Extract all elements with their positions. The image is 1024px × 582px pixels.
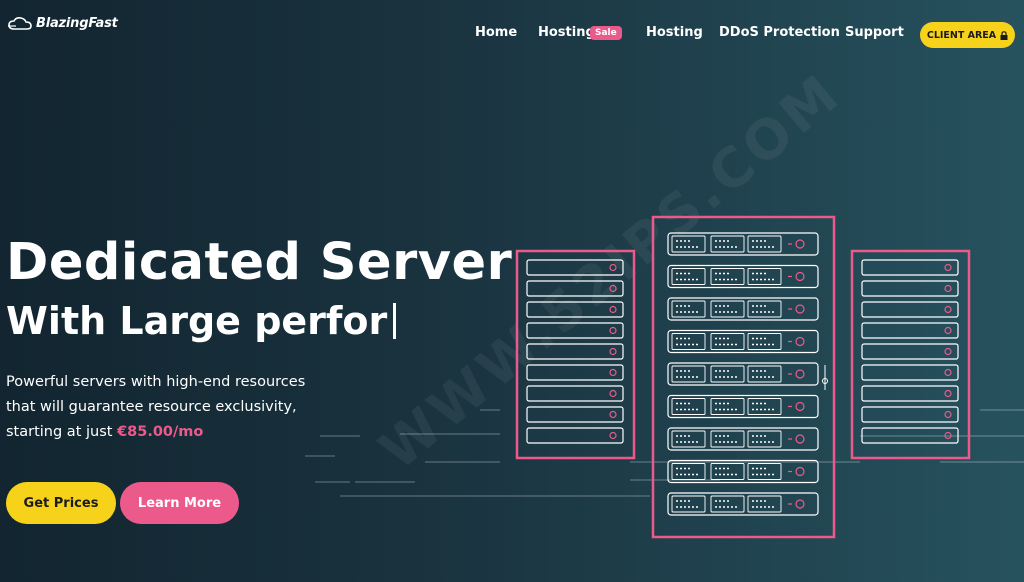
hero-subtitle: With Large perfor (6, 299, 397, 343)
rack-power-button (795, 271, 805, 282)
rack-power-button (795, 304, 805, 314)
hero-title: Dedicated Server (6, 233, 513, 292)
drive-bay (747, 333, 782, 350)
rack-led (609, 431, 617, 440)
drive-bay (671, 333, 706, 350)
rack-led (944, 263, 952, 272)
nav-hosting-sale[interactable]: Hosting (538, 25, 595, 40)
nav-support[interactable]: Support (845, 25, 904, 40)
drive-bay (710, 333, 745, 350)
drive-bay (710, 268, 745, 285)
rack-led (609, 326, 617, 335)
rack-power-button (795, 466, 805, 477)
drive-bay (747, 235, 782, 253)
drive-bay (747, 463, 782, 480)
rack-unit (526, 322, 624, 339)
rack-unit (526, 343, 624, 360)
rack-unit (861, 343, 959, 360)
rack-unit (526, 427, 624, 444)
drive-bay (710, 398, 745, 415)
rack-unit (861, 385, 959, 402)
rack-power-button (795, 434, 805, 444)
rack-unit (861, 259, 959, 276)
drive-bay (747, 365, 782, 383)
rack-led (944, 368, 952, 377)
get-prices-button[interactable]: Get Prices (6, 482, 116, 524)
client-area-button[interactable]: CLIENT AREA (920, 22, 1015, 48)
drive-bay (671, 235, 706, 253)
rack-led (944, 305, 952, 314)
rack-led (609, 263, 617, 272)
rack-unit (526, 259, 624, 276)
rack-unit (861, 301, 959, 318)
drive-bay (710, 365, 745, 383)
rack-led (944, 410, 952, 419)
rack-unit (526, 280, 624, 297)
drive-bay (671, 463, 706, 480)
rack-led (944, 326, 952, 335)
drive-bay (710, 430, 745, 448)
learn-more-button[interactable]: Learn More (120, 482, 239, 524)
rack-unit (861, 364, 959, 381)
drive-bay (671, 300, 706, 318)
rack-unit (861, 322, 959, 339)
rack-power-button (795, 239, 805, 249)
desc-line-1: Powerful servers with high-end resources (6, 374, 306, 390)
rack-power-button (795, 336, 805, 347)
rack-led (609, 368, 617, 377)
rack-led (944, 347, 952, 356)
rack-led (944, 389, 952, 398)
main-nav: Home Hosting Sale Hosting DDoS Protectio… (0, 22, 1024, 46)
rack-led (609, 347, 617, 356)
drive-bay (747, 495, 782, 513)
nav-hosting[interactable]: Hosting (646, 25, 703, 40)
drive-bay (710, 495, 745, 513)
rack-unit (526, 385, 624, 402)
rack-unit (861, 406, 959, 423)
hero-subtitle-text: With Large perfor (6, 299, 388, 343)
price: €85.00/mo (117, 424, 204, 440)
desc-line-2: that will guarantee resource exclusivity… (6, 399, 297, 415)
drive-bay (671, 495, 706, 513)
rack-unit (526, 364, 624, 381)
lock-icon (1000, 30, 1008, 40)
rack-led (944, 284, 952, 293)
sale-badge: Sale (590, 26, 622, 40)
drive-bay (671, 430, 706, 448)
nav-home[interactable]: Home (475, 25, 517, 40)
drive-bay (671, 398, 706, 415)
rack-unit (861, 280, 959, 297)
drive-bay (710, 300, 745, 318)
rack-led (609, 389, 617, 398)
typing-cursor (393, 303, 397, 339)
rack-power-button (795, 499, 805, 509)
rack-power-button (795, 369, 805, 379)
rack-unit (526, 301, 624, 318)
drive-bay (710, 235, 745, 253)
rack-led (609, 410, 617, 419)
desc-line-3: starting at just (6, 424, 118, 440)
drive-bay (747, 398, 782, 415)
drive-bay (747, 430, 782, 448)
drive-bay (747, 268, 782, 285)
rack-led (609, 305, 617, 314)
nav-ddos-protection[interactable]: DDoS Protection (719, 25, 840, 40)
drive-bay (710, 463, 745, 480)
rack-led (609, 284, 617, 293)
rack-unit (526, 406, 624, 423)
rack-power-button (795, 401, 805, 412)
client-area-label: CLIENT AREA (926, 29, 997, 41)
drive-bay (747, 300, 782, 318)
hero-description: Powerful servers with high-end resources… (6, 370, 326, 445)
drive-bay (671, 268, 706, 285)
drive-bay (671, 365, 706, 383)
